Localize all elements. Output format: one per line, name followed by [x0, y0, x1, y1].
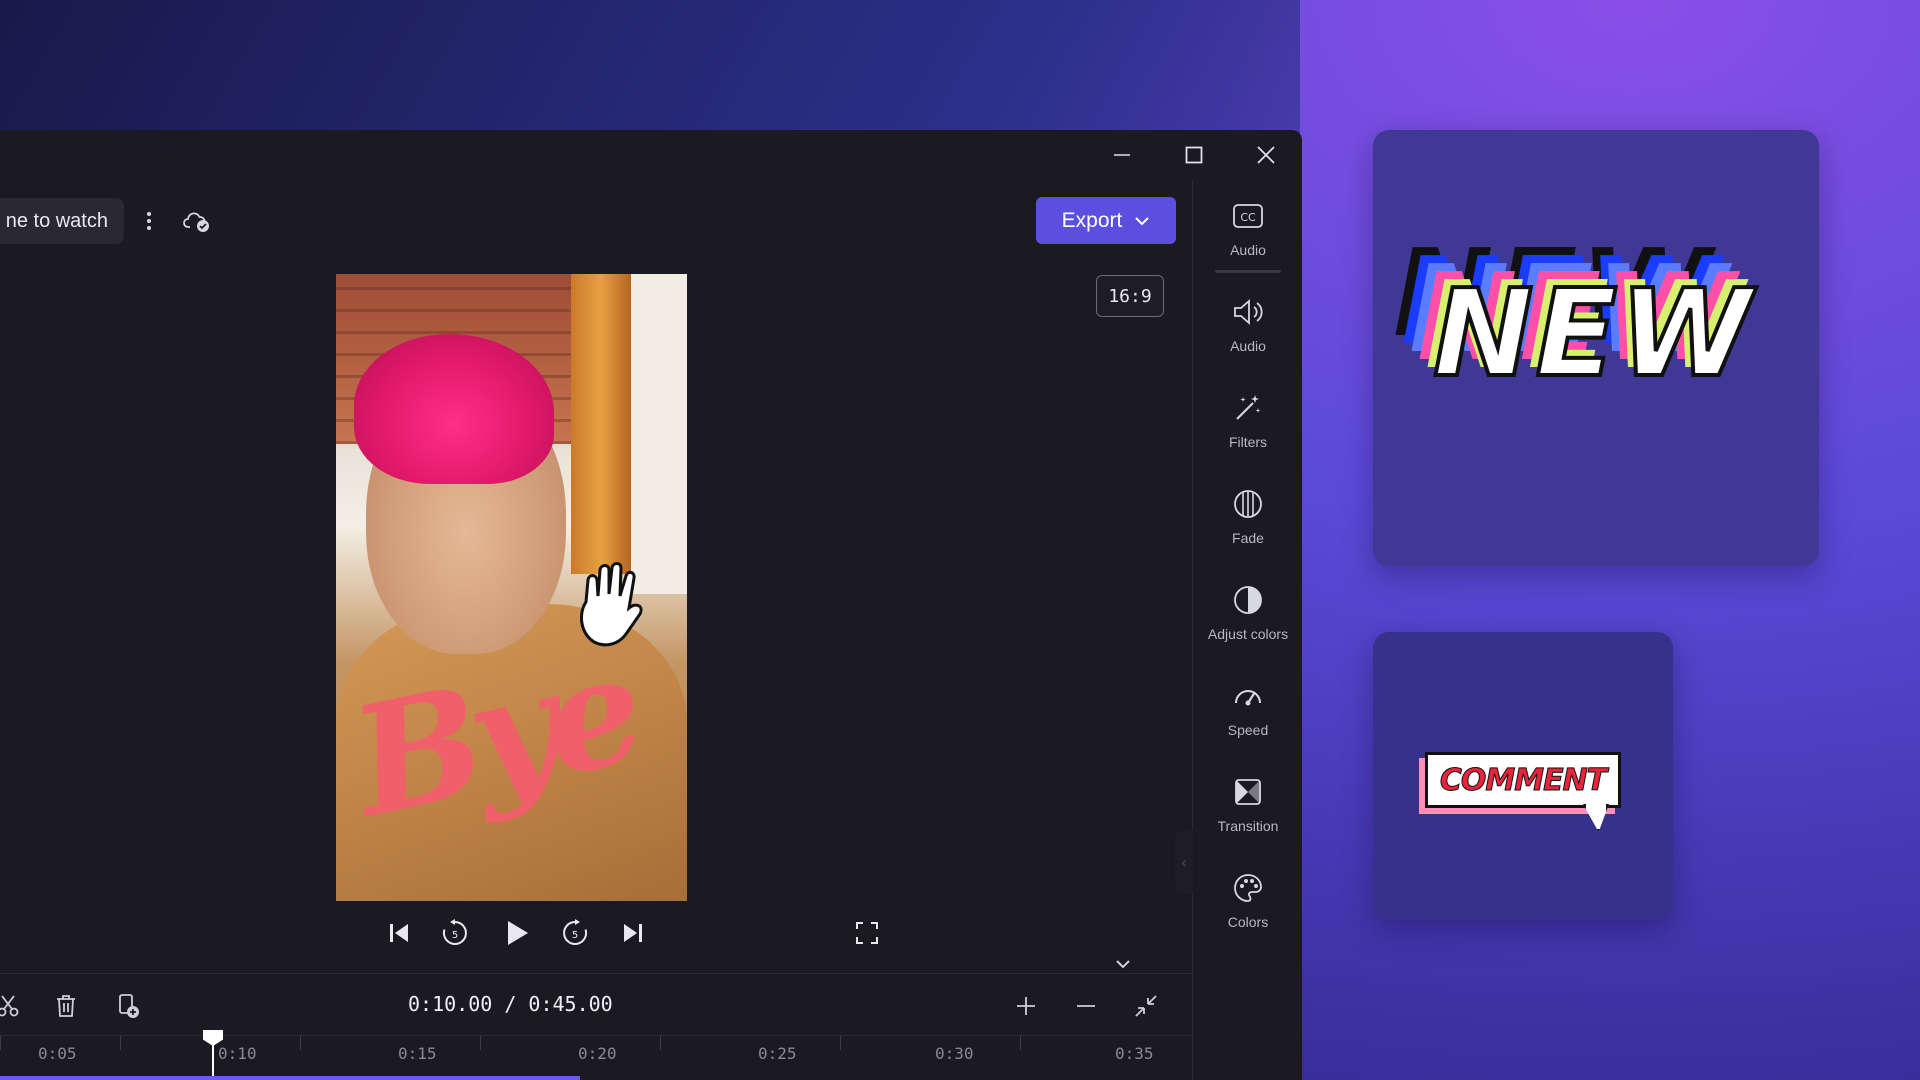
- tick-label: 0:15: [398, 1044, 437, 1063]
- comment-bubble: COMMENT: [1425, 752, 1621, 808]
- tick-label: 0:10: [218, 1044, 257, 1063]
- tick-label: 0:30: [935, 1044, 974, 1063]
- white-wall: [631, 274, 687, 594]
- skip-to-start-icon[interactable]: [382, 916, 416, 950]
- palette-icon: [1230, 870, 1266, 906]
- minimize-button[interactable]: [1098, 138, 1146, 172]
- export-button[interactable]: Export: [1036, 197, 1176, 244]
- ruler-tick: [480, 1036, 481, 1050]
- contrast-icon: [1230, 582, 1266, 618]
- properties-panel: CC Audio Audio Filters Fade Adjust color…: [1192, 180, 1302, 1080]
- tick-label: 0:05: [38, 1044, 77, 1063]
- delete-icon[interactable]: [50, 990, 82, 1022]
- comment-bubble-tail: [1583, 804, 1609, 832]
- prop-label: Adjust colors: [1207, 626, 1289, 642]
- wooden-door: [571, 274, 631, 574]
- active-indicator: [1215, 270, 1281, 273]
- prop-adjust-colors[interactable]: Adjust colors: [1193, 576, 1302, 656]
- chevron-down-icon: [1135, 216, 1150, 225]
- forward-5-icon[interactable]: 5: [558, 916, 592, 950]
- speaker-icon: [1230, 294, 1266, 330]
- prop-label: Audio: [1230, 242, 1266, 258]
- new-sticker-card[interactable]: NEW: [1373, 130, 1819, 566]
- rewind-5-icon[interactable]: 5: [438, 916, 472, 950]
- cloud-saved-icon[interactable]: [182, 206, 212, 236]
- collapse-preview-icon[interactable]: [1108, 955, 1138, 973]
- playback-timecode: 0:10.00 / 0:45.00: [408, 992, 613, 1016]
- tick-label: 0:25: [758, 1044, 797, 1063]
- panel-collapse-handle[interactable]: ‹: [1175, 830, 1193, 894]
- prop-audio[interactable]: Audio: [1193, 288, 1302, 368]
- ruler-tick: [1020, 1036, 1021, 1050]
- prop-label: Speed: [1227, 722, 1269, 738]
- prop-label: Filters: [1228, 434, 1268, 450]
- ruler-tick: [660, 1036, 661, 1050]
- zoom-in-icon[interactable]: [1010, 990, 1042, 1022]
- prop-label: Fade: [1232, 530, 1264, 546]
- prop-label: Transition: [1217, 818, 1279, 834]
- prop-speed[interactable]: Speed: [1193, 672, 1302, 752]
- magic-wand-icon: [1230, 390, 1266, 426]
- prop-colors[interactable]: Colors: [1193, 864, 1302, 944]
- video-preview[interactable]: Bye: [336, 274, 687, 901]
- svg-text:5: 5: [572, 930, 578, 941]
- comment-sticker-card[interactable]: COMMENT: [1373, 632, 1673, 920]
- prop-label: Colors: [1227, 914, 1269, 930]
- playback-controls: 5 5: [0, 906, 1192, 958]
- prop-fade[interactable]: Fade: [1193, 480, 1302, 560]
- tick-label: 0:20: [578, 1044, 617, 1063]
- skip-to-end-icon[interactable]: [616, 916, 650, 950]
- aspect-ratio-button[interactable]: 16:9: [1096, 275, 1164, 317]
- new-sticker-text: NEW: [1431, 263, 1754, 406]
- ruler-tick: [840, 1036, 841, 1050]
- prop-transition[interactable]: Transition: [1193, 768, 1302, 848]
- captions-icon: CC: [1230, 198, 1266, 234]
- duplicate-icon[interactable]: [112, 990, 144, 1022]
- title-bar: [0, 130, 1302, 180]
- comment-sticker-text: COMMENT: [1439, 762, 1607, 798]
- project-name-field[interactable]: ne to watch: [0, 198, 124, 244]
- speedometer-icon: [1230, 678, 1266, 714]
- tick-label: 0:35: [1115, 1044, 1154, 1063]
- timeline-toolbar: 0:10.00 / 0:45.00: [0, 973, 1192, 1035]
- prop-captions[interactable]: CC Audio: [1193, 192, 1302, 272]
- ruler-tick: [120, 1036, 121, 1050]
- fullscreen-icon[interactable]: [850, 916, 884, 950]
- play-button[interactable]: [500, 916, 534, 950]
- svg-text:CC: CC: [1240, 211, 1256, 224]
- split-scissors-icon[interactable]: [0, 990, 24, 1022]
- prop-label: Audio: [1230, 338, 1266, 354]
- zoom-out-icon[interactable]: [1070, 990, 1102, 1022]
- export-label: Export: [1061, 208, 1123, 232]
- maximize-button[interactable]: [1170, 138, 1218, 172]
- svg-text:5: 5: [452, 930, 458, 941]
- fit-timeline-icon[interactable]: [1130, 990, 1162, 1022]
- project-name-text: ne to watch: [5, 209, 108, 232]
- editor-window: ne to watch Export 16:9 Bye 5 5 0:10.00 …: [0, 130, 1302, 1080]
- more-options-icon[interactable]: [134, 206, 164, 236]
- prop-filters[interactable]: Filters: [1193, 384, 1302, 464]
- fade-icon: [1230, 486, 1266, 522]
- aspect-ratio-label: 16:9: [1108, 285, 1152, 307]
- timeline-ruler[interactable]: 0:05 0:10 0:15 0:20 0:25 0:30 0:35: [0, 1035, 1192, 1080]
- playback-progress: [0, 1076, 580, 1080]
- transition-icon: [1230, 774, 1266, 810]
- close-button[interactable]: [1242, 138, 1290, 172]
- editor-toolbar: ne to watch: [0, 180, 1192, 244]
- ruler-tick: [300, 1036, 301, 1050]
- ruler-tick: [0, 1036, 1, 1050]
